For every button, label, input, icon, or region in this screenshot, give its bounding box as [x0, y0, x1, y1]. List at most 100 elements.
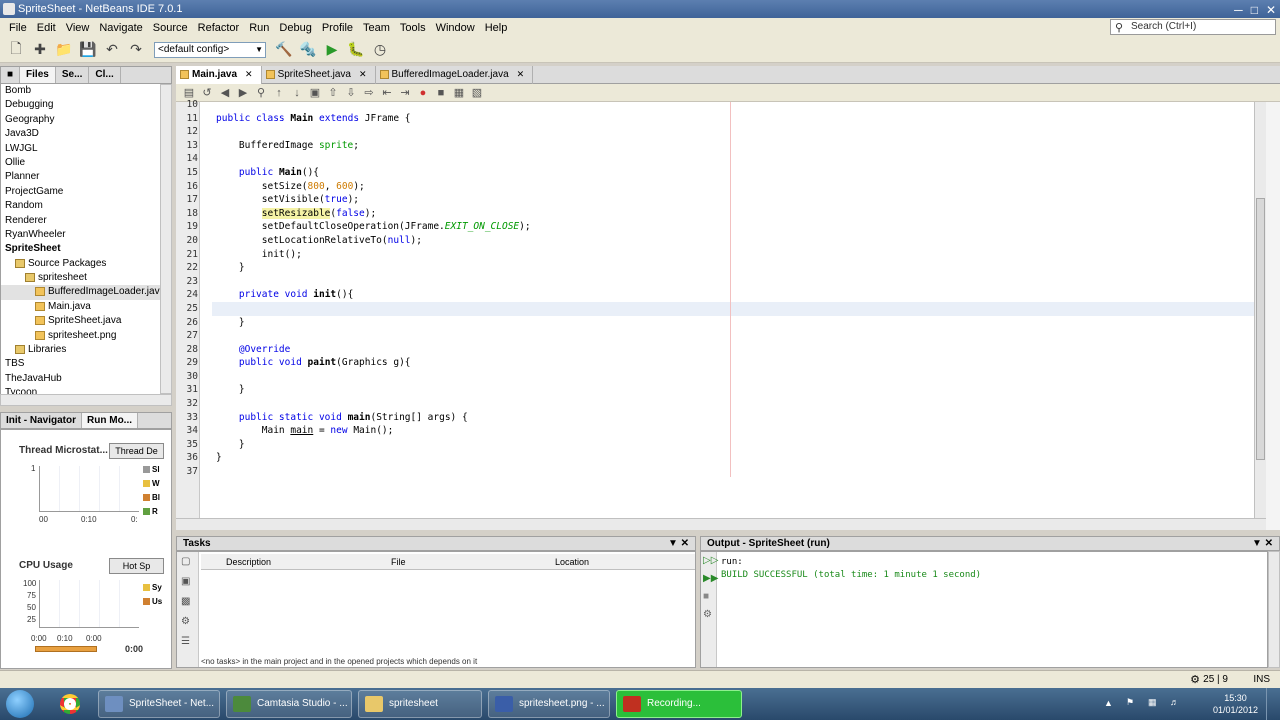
clock[interactable]: 15:30 01/01/2012: [1213, 692, 1258, 716]
code-line[interactable]: @Override: [212, 343, 1254, 357]
tray-expand-icon[interactable]: ▲: [1104, 698, 1113, 708]
find-previous-icon[interactable]: ↑: [272, 86, 286, 100]
settings-icon[interactable]: ⚙: [703, 609, 715, 621]
code-line[interactable]: [212, 465, 1254, 479]
taskbar-app[interactable]: SpriteSheet - Net...: [98, 690, 220, 718]
history-icon[interactable]: ↺: [200, 86, 214, 100]
project-tree-item[interactable]: Ollie: [1, 156, 160, 170]
new-file-icon[interactable]: 🗋: [6, 40, 26, 60]
code-line[interactable]: }: [212, 438, 1254, 452]
build-icon[interactable]: 🔨: [274, 40, 294, 60]
code-line[interactable]: }: [212, 261, 1254, 275]
hot-spots-button[interactable]: Hot Sp: [109, 558, 164, 574]
project-tree-item[interactable]: SpriteSheet.java: [1, 314, 160, 328]
menu-edit[interactable]: Edit: [32, 22, 61, 34]
scope-icon[interactable]: ▣: [181, 576, 195, 590]
project-tree-item[interactable]: RyanWheeler: [1, 228, 160, 242]
tab-bufferedimageloader-java[interactable]: BufferedImageLoader.java ✕: [376, 66, 534, 84]
code-line[interactable]: [212, 329, 1254, 343]
project-tree-item[interactable]: spritesheet.png: [1, 329, 160, 343]
action-center-icon[interactable]: ⚑: [1126, 697, 1134, 708]
taskbar-app[interactable]: spritesheet.png - ...: [488, 690, 610, 718]
menu-file[interactable]: File: [4, 22, 32, 34]
project-tree-item[interactable]: ProjectGame: [1, 185, 160, 199]
filter-icon[interactable]: ▢: [181, 556, 195, 570]
project-tree-item[interactable]: TBS: [1, 357, 160, 371]
tab-services[interactable]: Se...: [56, 67, 90, 83]
profile-icon[interactable]: ◷: [370, 40, 390, 60]
code-line[interactable]: init();: [212, 248, 1254, 262]
tab-navigator[interactable]: Init - Navigator: [1, 413, 83, 428]
network-icon[interactable]: ▦: [1148, 697, 1157, 708]
code-line[interactable]: setResizable(false);: [212, 207, 1254, 221]
timeline-slider[interactable]: [35, 646, 97, 652]
menu-source[interactable]: Source: [148, 22, 193, 34]
close-tab-icon[interactable]: ✕: [359, 69, 367, 79]
close-button[interactable]: ✕: [1266, 1, 1276, 19]
output-scrollbar[interactable]: [1268, 551, 1280, 668]
chrome-icon[interactable]: [50, 690, 90, 718]
code-line[interactable]: public static void main(String[] args) {: [212, 411, 1254, 425]
project-tree-scrollbar[interactable]: [160, 84, 172, 394]
code-line[interactable]: setSize(800, 600);: [212, 180, 1254, 194]
taskbar-app[interactable]: spritesheet: [358, 690, 482, 718]
toggle-highlight-icon[interactable]: ▣: [308, 86, 322, 100]
project-tree-item[interactable]: Debugging: [1, 98, 160, 112]
tab-run-monitor[interactable]: Run Mo...: [82, 413, 139, 428]
thread-dump-button[interactable]: Thread De: [109, 443, 164, 459]
code-line[interactable]: [212, 275, 1254, 289]
menu-window[interactable]: Window: [431, 22, 480, 34]
project-tree-item[interactable]: Bomb: [1, 84, 160, 98]
project-tree-item[interactable]: spritesheet: [1, 271, 160, 285]
tab-files[interactable]: Files: [20, 67, 56, 83]
volume-icon[interactable]: ♬: [1170, 697, 1179, 707]
project-tree-item[interactable]: SpriteSheet: [1, 242, 160, 256]
tab-classes[interactable]: Cl...: [89, 67, 121, 83]
editor-scroll-thumb[interactable]: [1256, 198, 1265, 460]
project-tree-item[interactable]: Main.java: [1, 300, 160, 314]
shift-right-icon[interactable]: ⇥: [398, 86, 412, 100]
code-line[interactable]: setVisible(true);: [212, 193, 1254, 207]
code-line[interactable]: Main main = new Main();: [212, 424, 1254, 438]
run-icon[interactable]: ▶: [322, 40, 342, 60]
project-tree-item[interactable]: Source Packages: [1, 257, 160, 271]
code-line[interactable]: [212, 125, 1254, 139]
project-tree-item[interactable]: Libraries: [1, 343, 160, 357]
code-line[interactable]: }: [212, 383, 1254, 397]
editor-scrollbar[interactable]: [1254, 102, 1266, 530]
menu-team[interactable]: Team: [358, 22, 395, 34]
menu-run[interactable]: Run: [244, 22, 274, 34]
find-icon[interactable]: ⚲: [254, 86, 268, 100]
close-tab-icon[interactable]: ✕: [245, 69, 253, 79]
rerun-with-params-icon[interactable]: ▶▶: [703, 573, 718, 585]
close-tasks-icon[interactable]: ▼ ✕: [668, 537, 689, 550]
taskbar-app[interactable]: Camtasia Studio - ...: [226, 690, 352, 718]
code-line[interactable]: setDefaultCloseOperation(JFrame.EXIT_ON_…: [212, 220, 1254, 234]
previous-bookmark-icon[interactable]: ⇧: [326, 86, 340, 100]
show-desktop-button[interactable]: [1266, 688, 1280, 720]
project-tree-item[interactable]: Java3D: [1, 127, 160, 141]
project-tree-item[interactable]: Geography: [1, 113, 160, 127]
tab-spritesheet-java[interactable]: SpriteSheet.java ✕: [262, 66, 376, 84]
toggle-bookmark-icon[interactable]: ⇨: [362, 86, 376, 100]
tab-projects[interactable]: ■: [1, 67, 21, 83]
code-line[interactable]: public Main(){: [212, 166, 1254, 180]
code-line[interactable]: [212, 301, 1254, 316]
project-tree-item[interactable]: Random: [1, 199, 160, 213]
comment-icon[interactable]: ▦: [452, 86, 466, 100]
project-tree-item[interactable]: Renderer: [1, 214, 160, 228]
code-line[interactable]: BufferedImage sprite;: [212, 139, 1254, 153]
stop-icon[interactable]: ■: [703, 591, 715, 603]
undo-icon[interactable]: ↶: [102, 40, 122, 60]
menu-view[interactable]: View: [61, 22, 95, 34]
project-tree-item[interactable]: LWJGL: [1, 142, 160, 156]
find-next-icon[interactable]: ↓: [290, 86, 304, 100]
code-line[interactable]: public class Main extends JFrame {: [212, 112, 1254, 126]
notifications-icon[interactable]: ⚙: [1190, 673, 1200, 686]
column-file[interactable]: File: [391, 557, 406, 567]
code-line[interactable]: [212, 102, 1254, 112]
menu-help[interactable]: Help: [480, 22, 513, 34]
taskbar-app[interactable]: Recording...: [616, 690, 742, 718]
start-button[interactable]: [6, 690, 34, 718]
code-line[interactable]: setLocationRelativeTo(null);: [212, 234, 1254, 248]
